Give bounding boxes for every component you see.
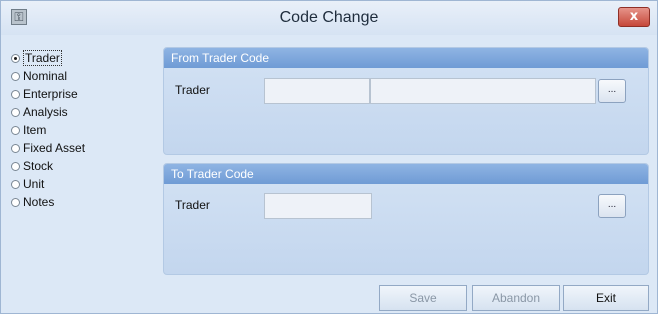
radio-option-unit[interactable]: Unit: [11, 175, 151, 193]
radio-button-selected-icon[interactable]: [11, 53, 20, 63]
radio-button-icon[interactable]: [11, 71, 20, 81]
radio-button-icon[interactable]: [11, 125, 20, 135]
radio-button-icon[interactable]: [11, 89, 20, 99]
to-trader-code-input[interactable]: [264, 193, 372, 219]
window-title: Code Change: [279, 9, 379, 26]
radio-button-icon[interactable]: [11, 179, 20, 189]
save-button[interactable]: Save: [379, 285, 467, 311]
from-trader-code-input[interactable]: [264, 78, 370, 104]
radio-button-icon[interactable]: [11, 197, 20, 207]
radio-label: Notes: [23, 195, 55, 209]
to-trader-label: Trader: [175, 198, 210, 212]
radio-option-stock[interactable]: Stock: [11, 157, 151, 175]
radio-option-enterprise[interactable]: Enterprise: [11, 85, 151, 103]
from-trader-label: Trader: [175, 83, 210, 97]
from-group-header: From Trader Code: [164, 48, 648, 68]
abandon-button[interactable]: Abandon: [472, 285, 560, 311]
radio-button-icon[interactable]: [11, 107, 20, 117]
to-trader-browse-button[interactable]: ...: [598, 194, 626, 218]
radio-button-icon[interactable]: [11, 143, 20, 153]
to-trader-code-group: To Trader Code Trader ...: [163, 163, 649, 275]
from-trader-browse-button[interactable]: ...: [598, 79, 626, 103]
from-trader-name-input[interactable]: [370, 78, 596, 104]
code-type-radio-group: Trader Nominal Enterprise Analysis Item …: [11, 49, 151, 211]
radio-button-icon[interactable]: [11, 161, 20, 171]
radio-label: Unit: [23, 177, 45, 191]
exit-button[interactable]: Exit: [563, 285, 649, 311]
radio-label: Item: [23, 123, 47, 137]
radio-option-item[interactable]: Item: [11, 121, 151, 139]
radio-label: Trader: [23, 50, 62, 66]
radio-option-trader[interactable]: Trader: [11, 49, 151, 67]
radio-option-nominal[interactable]: Nominal: [11, 67, 151, 85]
to-group-header: To Trader Code: [164, 164, 648, 184]
radio-option-notes[interactable]: Notes: [11, 193, 151, 211]
title-bar: ⚿ Code Change x: [1, 1, 657, 35]
radio-option-analysis[interactable]: Analysis: [11, 103, 151, 121]
radio-label: Analysis: [23, 105, 68, 119]
code-change-window: ⚿ Code Change x Trader Nominal Enterpris…: [0, 0, 658, 314]
radio-label: Stock: [23, 159, 54, 173]
radio-option-fixed-asset[interactable]: Fixed Asset: [11, 139, 151, 157]
radio-label: Fixed Asset: [23, 141, 86, 155]
radio-label: Nominal: [23, 69, 68, 83]
close-button[interactable]: x: [618, 7, 650, 27]
from-trader-code-group: From Trader Code Trader ...: [163, 47, 649, 155]
radio-label: Enterprise: [23, 87, 78, 101]
